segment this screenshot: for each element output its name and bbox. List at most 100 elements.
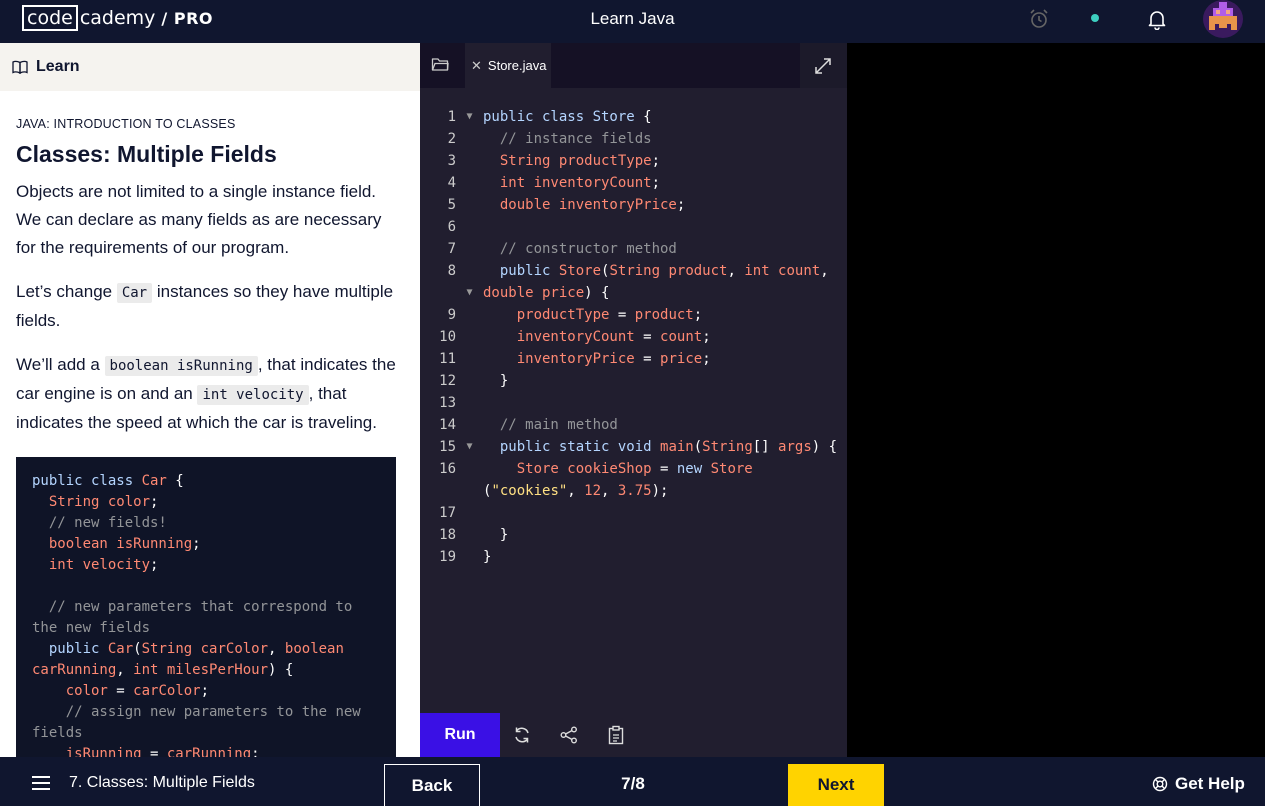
code-line[interactable]: ("cookies", 12, 3.75);: [420, 480, 847, 502]
code-token: inventoryPrice: [483, 351, 635, 367]
code-line[interactable]: 10 inventoryCount = count;: [420, 326, 847, 348]
share-icon[interactable]: [559, 725, 579, 745]
line-content: double price) {: [483, 282, 843, 304]
lesson-title: Classes: Multiple Fields: [16, 141, 277, 167]
code-line[interactable]: 1 ▼ public class Store {: [420, 106, 847, 128]
code-token: count: [660, 329, 703, 345]
code-area[interactable]: 1 ▼ public class Store {2 // instance fiel…: [420, 106, 847, 568]
get-help-button[interactable]: Get Help: [1152, 774, 1245, 794]
code-token: );: [651, 483, 669, 499]
line-content: public static void main(String[] args) {: [483, 436, 843, 458]
code-editor: ✕ Store.java 1 ▼ public class Store {2 // …: [420, 43, 847, 757]
code-line[interactable]: 9 productType = product;: [420, 304, 847, 326]
line-number: 2: [447, 131, 456, 147]
code-line[interactable]: 7 // constructor method: [420, 238, 847, 260]
code-token: // instance fields: [483, 131, 652, 147]
code-line[interactable]: 12 }: [420, 370, 847, 392]
snippet-token: Car: [107, 641, 134, 657]
code-line[interactable]: 17: [420, 502, 847, 524]
line-number: 9: [447, 307, 456, 323]
code-line[interactable]: 4 int inventoryCount;: [420, 172, 847, 194]
line-content: // instance fields: [483, 128, 843, 150]
p3-text: We’ll add a: [16, 355, 105, 374]
fold-arrow-icon[interactable]: ▼: [456, 436, 483, 458]
fold-arrow-icon[interactable]: ▼: [456, 106, 483, 128]
p2-text: Let’s change: [16, 282, 117, 301]
user-avatar[interactable]: [1203, 0, 1243, 38]
fold-gutter: [456, 348, 483, 370]
line-number: 13: [439, 395, 456, 411]
code-token: Store: [558, 263, 602, 279]
hamburger-menu-icon[interactable]: [32, 776, 50, 794]
code-token: (: [693, 439, 703, 455]
alarm-clock-icon[interactable]: [1028, 8, 1050, 30]
editor-tab-bar: ✕ Store.java: [420, 43, 847, 88]
book-icon: [12, 60, 28, 74]
status-dot-icon: [1091, 14, 1099, 22]
expand-button[interactable]: [800, 43, 847, 88]
fold-arrow-icon[interactable]: ▼: [456, 282, 483, 304]
line-content: public Store(String product, int count,: [483, 260, 843, 282]
code-token: ;: [651, 153, 661, 169]
code-token: []: [752, 439, 779, 455]
snippet-token: carRunning: [166, 746, 252, 757]
code-line[interactable]: 14 // main method: [420, 414, 847, 436]
reset-icon[interactable]: [512, 725, 532, 745]
editor-actions-bar: Run: [420, 713, 847, 757]
code-line[interactable]: 15 ▼ public static void main(String[] arg…: [420, 436, 847, 458]
code-line[interactable]: 18 }: [420, 524, 847, 546]
fold-gutter: [456, 260, 483, 282]
snippet-token: ;: [200, 683, 210, 699]
code-token: String productType: [483, 153, 652, 169]
snippet-token: String color: [32, 494, 151, 510]
code-token: "cookies": [491, 483, 568, 499]
snippet-token: int velocity: [32, 557, 151, 573]
code-line[interactable]: 19}: [420, 546, 847, 568]
lesson-paragraph-1: Objects are not limited to a single inst…: [16, 182, 382, 257]
copy-to-clipboard-icon[interactable]: [606, 725, 626, 745]
expand-icon: [815, 58, 831, 74]
code-line[interactable]: 16 Store cookieShop = new Store: [420, 458, 847, 480]
fold-gutter: [456, 414, 483, 436]
code-token: double price: [483, 285, 585, 301]
folder-icon[interactable]: [431, 56, 449, 72]
line-number: 7: [447, 241, 456, 257]
code-token: public static void: [483, 439, 661, 455]
snippet-token: // new parameters that correspond to the…: [32, 599, 353, 636]
run-button[interactable]: Run: [420, 713, 500, 757]
line-number: 5: [447, 197, 456, 213]
file-tab-store-java[interactable]: ✕ Store.java: [465, 43, 551, 88]
line-content: [483, 216, 843, 238]
line-content: inventoryPrice = price;: [483, 348, 843, 370]
snippet-token: carColor: [133, 683, 201, 699]
code-line[interactable]: 13: [420, 392, 847, 414]
code-token: =: [651, 461, 677, 477]
code-line[interactable]: 5 double inventoryPrice;: [420, 194, 847, 216]
lesson-paragraph-2: Let’s change Car instances so they have …: [16, 278, 404, 335]
code-token: ) {: [811, 439, 838, 455]
fold-gutter: [456, 304, 483, 326]
output-terminal[interactable]: [847, 43, 1265, 757]
code-token: }: [483, 373, 509, 389]
snippet-token: ,: [116, 662, 134, 678]
inline-code-velocity: int velocity: [197, 385, 309, 405]
current-lesson-label[interactable]: 7. Classes: Multiple Fields: [69, 774, 255, 792]
code-line[interactable]: 6: [420, 216, 847, 238]
code-line[interactable]: 2 // instance fields: [420, 128, 847, 150]
code-token: ) {: [584, 285, 610, 301]
snippet-token: ,: [268, 641, 285, 657]
bottom-bar: 7. Classes: Multiple Fields Back 7/8 Nex…: [0, 757, 1265, 806]
code-line[interactable]: 3 String productType;: [420, 150, 847, 172]
line-number: 3: [447, 153, 456, 169]
notifications-bell-icon[interactable]: [1146, 8, 1168, 30]
next-button[interactable]: Next: [788, 764, 884, 806]
code-token: ,: [601, 483, 618, 499]
code-line[interactable]: 8 public Store(String product, int count…: [420, 260, 847, 282]
close-tab-icon[interactable]: ✕: [471, 58, 482, 74]
learn-tab[interactable]: Learn: [0, 43, 420, 91]
code-token: =: [634, 329, 661, 345]
code-line[interactable]: 11 inventoryPrice = price;: [420, 348, 847, 370]
code-line[interactable]: ▼ double price) {: [420, 282, 847, 304]
back-button[interactable]: Back: [384, 764, 480, 806]
line-content: [483, 392, 843, 414]
